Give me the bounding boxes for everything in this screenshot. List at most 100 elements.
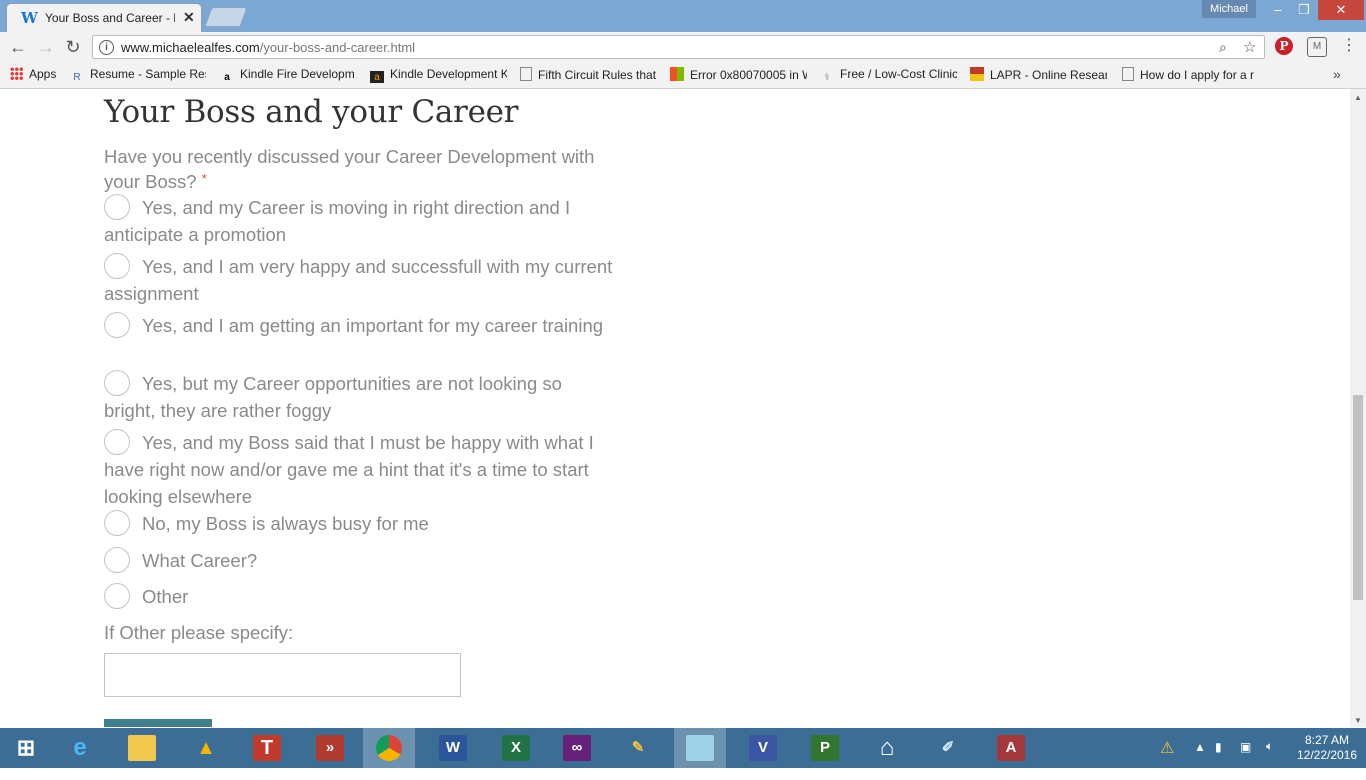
- taskbar-word[interactable]: W: [427, 728, 479, 768]
- other-specify-input[interactable]: [104, 653, 461, 697]
- access-icon: A: [997, 735, 1025, 761]
- chrome-menu-icon[interactable]: ⋮: [1340, 37, 1358, 55]
- taskbar-access[interactable]: A: [985, 728, 1037, 768]
- pinterest-extension-icon[interactable]: P: [1275, 37, 1293, 55]
- taskbar-t-app[interactable]: T: [241, 728, 293, 768]
- option-label: No, my Boss is always busy for me: [142, 513, 429, 534]
- visual-studio-icon: ∞: [563, 735, 591, 761]
- option-label: Other: [142, 586, 189, 607]
- bookmark-label: How do I apply for a r: [1140, 68, 1255, 82]
- page-icon: [1122, 67, 1134, 81]
- taskbar-home[interactable]: ⌂: [861, 728, 913, 768]
- taskbar-visio[interactable]: V: [737, 728, 789, 768]
- scroll-down-arrow-icon[interactable]: ▼: [1354, 716, 1362, 725]
- amazon-icon: a: [224, 72, 230, 83]
- option-what-career[interactable]: What Career?: [104, 547, 614, 574]
- radio-button[interactable]: [104, 547, 130, 573]
- scroll-up-arrow-icon[interactable]: ▲: [1354, 93, 1362, 102]
- bookmark-kindle-dev[interactable]: a Kindle Development K: [370, 67, 507, 83]
- address-bar[interactable]: i www.michaelealfes.com/your-boss-and-ca…: [92, 35, 1265, 59]
- taskbar-tools[interactable]: ✎: [612, 728, 664, 768]
- close-window-button[interactable]: ✕: [1318, 0, 1364, 20]
- minimize-button[interactable]: –: [1265, 0, 1291, 20]
- browser-titlebar: W Your Boss and Career - D ✕ Michael – ❐…: [0, 0, 1366, 32]
- url-text[interactable]: www.michaelealfes.com/your-boss-and-care…: [121, 40, 415, 55]
- taskbar-drawing[interactable]: ✐: [922, 728, 974, 768]
- show-hidden-icons-icon[interactable]: ▲: [1194, 740, 1206, 780]
- taskbar-drive[interactable]: ▲: [180, 728, 232, 768]
- taskbar-notepad[interactable]: [674, 728, 726, 768]
- submit-button[interactable]: [104, 719, 212, 727]
- taskbar-chrome[interactable]: [363, 728, 415, 768]
- radio-button[interactable]: [104, 370, 130, 396]
- taskbar-visual-studio[interactable]: ∞: [551, 728, 603, 768]
- apps-grid-icon: [10, 67, 23, 80]
- info-icon[interactable]: i: [99, 40, 114, 55]
- taskbar-app-red[interactable]: »: [304, 728, 356, 768]
- restore-button[interactable]: ❐: [1291, 0, 1317, 20]
- taskbar-clock[interactable]: 8:27 AM 12/22/2016: [1292, 733, 1362, 763]
- internet-explorer-icon: e: [73, 734, 87, 761]
- radio-button[interactable]: [104, 253, 130, 279]
- option-promotion[interactable]: Yes, and my Career is moving in right di…: [104, 194, 614, 248]
- option-happy[interactable]: Yes, and I am very happy and successfull…: [104, 253, 614, 307]
- tab-close-icon[interactable]: ✕: [183, 9, 195, 26]
- option-other[interactable]: Other: [104, 583, 614, 610]
- bookmark-lapr[interactable]: LAPR - Online Researc: [970, 67, 1107, 83]
- forward-arrow-icon[interactable]: →: [35, 36, 57, 58]
- bookmark-fifth-circuit[interactable]: Fifth Circuit Rules that: [520, 67, 657, 83]
- option-training[interactable]: Yes, and I am getting an important for m…: [104, 312, 614, 339]
- taskbar-project[interactable]: P: [799, 728, 851, 768]
- taskbar-excel[interactable]: X: [490, 728, 542, 768]
- profile-button[interactable]: Michael: [1202, 0, 1256, 18]
- bookmark-label: Fifth Circuit Rules that: [538, 68, 657, 82]
- radio-button[interactable]: [104, 312, 130, 338]
- taskbar-ie[interactable]: e: [54, 728, 106, 768]
- option-label: Yes, and I am getting an important for m…: [142, 315, 604, 336]
- option-look-elsewhere[interactable]: Yes, and my Boss said that I must be hap…: [104, 429, 614, 510]
- page-content: Your Boss and your Career Have you recen…: [0, 89, 1350, 727]
- bookmark-apps[interactable]: Apps: [10, 67, 68, 83]
- required-marker: *: [201, 171, 207, 186]
- back-arrow-icon[interactable]: ←: [7, 36, 29, 58]
- scrollbar-thumb[interactable]: [1353, 395, 1363, 600]
- bookmark-label: Kindle Fire Developm: [240, 67, 355, 81]
- windows-logo-icon: ⊞: [16, 735, 36, 760]
- radio-button[interactable]: [104, 429, 130, 455]
- tools-icon: ✎: [631, 739, 645, 756]
- clock-date: 12/22/2016: [1296, 748, 1358, 762]
- bookmark-label: Kindle Development K: [390, 67, 507, 81]
- bookmark-apply[interactable]: How do I apply for a r: [1122, 67, 1257, 83]
- start-button[interactable]: ⊞: [0, 728, 52, 768]
- bookmark-resume[interactable]: R Resume - Sample Res: [70, 67, 206, 83]
- radio-button[interactable]: [104, 583, 130, 609]
- bookmark-star-icon[interactable]: ☆: [1243, 38, 1256, 56]
- network-tray-icon[interactable]: ▣: [1240, 740, 1251, 780]
- option-foggy[interactable]: Yes, but my Career opportunities are not…: [104, 370, 614, 424]
- windows-taskbar: ⊞ e ▲ T » W X ∞ ✎ V P ⌂ ✐ A ⚠ ▲ ▮ ▣ 🔈︎ 8…: [0, 728, 1366, 768]
- clinic-site-icon: ⚕: [824, 72, 830, 83]
- new-tab-button[interactable]: [204, 7, 248, 27]
- extension-icon[interactable]: M: [1307, 37, 1327, 57]
- battery-tray-icon[interactable]: ▮: [1215, 740, 1222, 780]
- page-scrollbar[interactable]: ▲ ▼: [1350, 89, 1366, 727]
- tab-title: Your Boss and Career - D: [45, 11, 175, 25]
- reload-icon[interactable]: ↻: [62, 36, 84, 58]
- option-boss-busy[interactable]: No, my Boss is always busy for me: [104, 510, 614, 537]
- bookmark-clinic[interactable]: ⚕ Free / Low-Cost Clinic: [820, 67, 957, 83]
- bookmarks-overflow-icon[interactable]: »: [1333, 66, 1341, 82]
- taskbar-explorer[interactable]: [116, 728, 168, 768]
- excel-icon: X: [502, 735, 530, 761]
- bookmark-error[interactable]: Error 0x80070005 in W: [670, 67, 807, 83]
- resume-site-icon: R: [73, 72, 81, 83]
- volume-tray-icon[interactable]: 🔈︎: [1266, 739, 1273, 779]
- radio-button[interactable]: [104, 194, 130, 220]
- bookmark-kindle-fire[interactable]: a Kindle Fire Developm: [220, 67, 357, 83]
- radio-button[interactable]: [104, 510, 130, 536]
- word-icon: W: [439, 735, 467, 761]
- warning-tray-icon[interactable]: ⚠: [1160, 738, 1174, 778]
- browser-tab-active[interactable]: W Your Boss and Career - D ✕: [6, 3, 202, 32]
- question-label: Have you recently discussed your Career …: [104, 146, 604, 193]
- zoom-icon[interactable]: ⌕: [1219, 39, 1227, 56]
- notepad-icon: [686, 735, 714, 761]
